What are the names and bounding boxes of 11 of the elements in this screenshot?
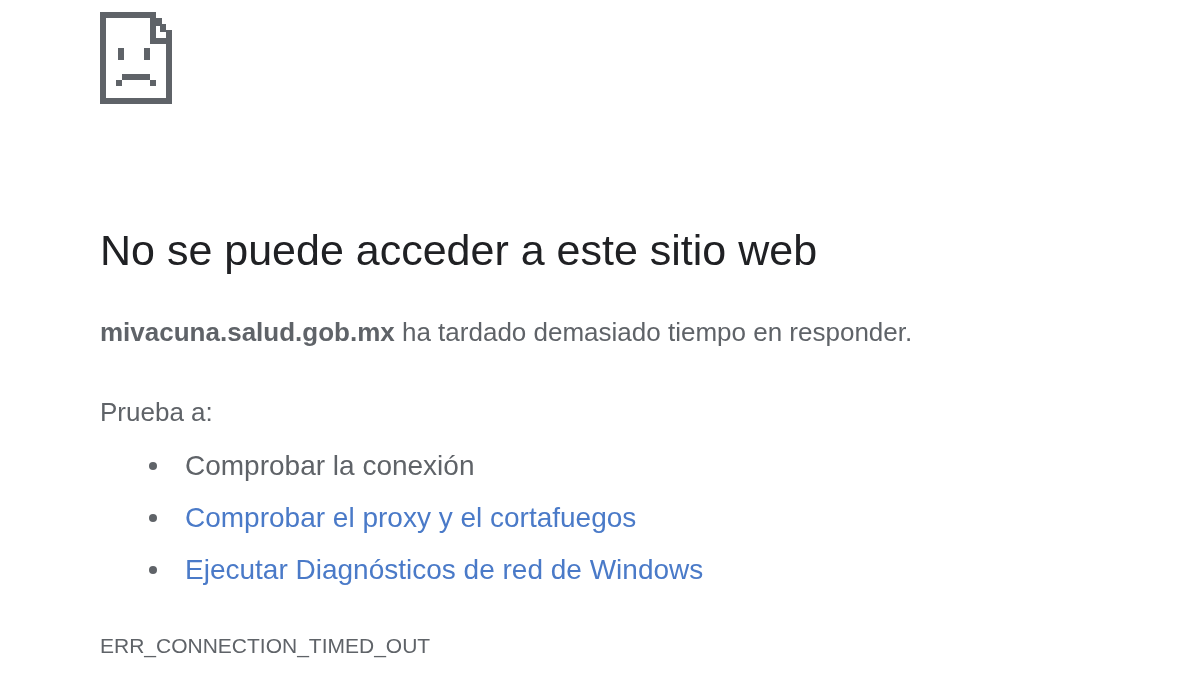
bullet-icon xyxy=(149,462,157,470)
suggestion-text: Comprobar la conexión xyxy=(185,450,475,482)
suggestions-label: Prueba a: xyxy=(100,396,214,429)
error-message: mivacuna.salud.gob.mx ha tardado demasiado tiempo en responder. xyxy=(100,316,914,349)
error-heading: No se puede acceder a este sitio web xyxy=(100,225,819,276)
error-code: ERR_CONNECTION_TIMED_OUT xyxy=(100,633,432,660)
suggestion-link[interactable]: Ejecutar Diagnósticos de red de Windows xyxy=(185,554,704,586)
bullet-icon xyxy=(149,566,157,574)
bullet-icon xyxy=(149,514,157,522)
suggestion-link[interactable]: Comprobar el proxy y el cortafuegos xyxy=(185,502,637,534)
sad-page-icon xyxy=(100,12,172,104)
